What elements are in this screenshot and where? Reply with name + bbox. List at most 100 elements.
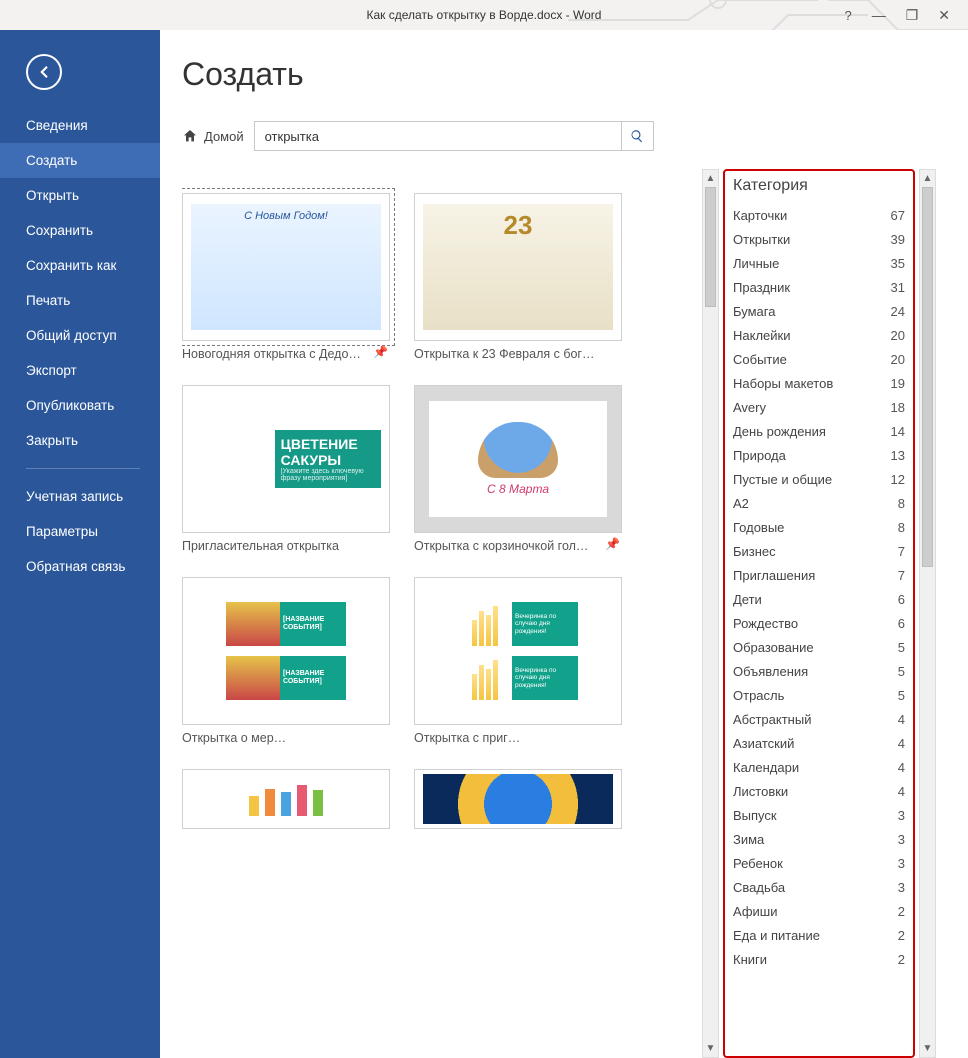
template-item[interactable]: Новогодняя открытка с Дедо… 📌 [182,193,390,361]
category-name: День рождения [733,424,826,439]
category-item[interactable]: Открытки39 [733,227,909,251]
minimize-button[interactable]: — [872,7,886,23]
sidebar: СведенияСоздатьОткрытьСохранитьСохранить… [0,30,160,1058]
sidebar-item[interactable]: Общий доступ [0,318,160,353]
sidebar-item[interactable]: Опубликовать [0,388,160,423]
sidebar-item[interactable]: Обратная связь [0,549,160,584]
sidebar-item[interactable]: Экспорт [0,353,160,388]
home-icon [182,128,198,144]
category-item[interactable]: Наборы макетов19 [733,371,909,395]
category-item[interactable]: Свадьба3 [733,875,909,899]
search-button[interactable] [621,122,653,150]
gallery-grid: Новогодняя открытка с Дедо… 📌23 Открытка… [182,169,696,849]
template-item[interactable]: Вечеринка по случаю дня рождения!Вечерин… [414,577,622,745]
sidebar-item[interactable]: Учетная запись [0,479,160,514]
category-item[interactable]: Годовые8 [733,515,909,539]
category-item[interactable]: Отрасль 5 [733,683,909,707]
category-item[interactable]: A28 [733,491,909,515]
category-item[interactable]: Афиши2 [733,899,909,923]
scroll-down-icon[interactable]: ▼ [703,1040,718,1057]
nav-separator [26,468,140,469]
category-count: 5 [898,664,905,679]
category-item[interactable]: Бизнес7 [733,539,909,563]
category-item[interactable]: Ребенок3 [733,851,909,875]
sidebar-item[interactable]: Закрыть [0,423,160,458]
category-item[interactable]: Природа13 [733,443,909,467]
category-item[interactable]: Дети6 [733,587,909,611]
template-gallery[interactable]: Новогодняя открытка с Дедо… 📌23 Открытка… [182,169,702,1058]
template-item[interactable]: 23 Открытка к 23 Февраля с бог… [414,193,622,361]
template-item[interactable] [182,769,390,829]
scroll-thumb[interactable] [705,187,716,307]
category-name: Личные [733,256,779,271]
category-name: Природа [733,448,786,463]
pin-icon[interactable]: 📌 [373,345,388,359]
scroll-track[interactable] [920,187,935,1040]
category-name: Ребенок [733,856,783,871]
category-count: 20 [891,328,905,343]
category-scrollbar[interactable]: ▲ ▼ [919,169,936,1058]
category-name: Приглашения [733,568,815,583]
category-item[interactable]: Рождество6 [733,611,909,635]
pin-icon[interactable]: 📌 [605,537,620,551]
category-item[interactable]: Образование5 [733,635,909,659]
category-item[interactable]: Еда и питание2 [733,923,909,947]
scroll-thumb[interactable] [922,187,933,567]
main: Создать Домой Новогодняя открытка с [160,30,968,1058]
template-item[interactable]: С 8 Марта Открытка с корзиночкой гол… 📌 [414,385,622,553]
category-name: Наборы макетов [733,376,833,391]
home-link[interactable]: Домой [182,128,244,144]
template-thumb: Вечеринка по случаю дня рождения!Вечерин… [414,577,622,725]
category-item[interactable]: Абстрактный4 [733,707,909,731]
category-count: 5 [898,688,905,703]
category-item[interactable]: Приглашения7 [733,563,909,587]
category-item[interactable]: Личные35 [733,251,909,275]
category-item[interactable]: Наклейки20 [733,323,909,347]
category-item[interactable]: Праздник31 [733,275,909,299]
help-button[interactable]: ? [844,8,851,23]
category-item[interactable]: Выпуск3 [733,803,909,827]
category-item[interactable]: Событие20 [733,347,909,371]
category-item[interactable]: Объявления5 [733,659,909,683]
nav-extra: Учетная записьПараметрыОбратная связь [0,479,160,584]
sidebar-item[interactable]: Печать [0,283,160,318]
scroll-down-icon[interactable]: ▼ [920,1040,935,1057]
category-item[interactable]: Карточки67 [733,203,909,227]
category-name: Рождество [733,616,798,631]
template-caption: Открытка с корзиночкой гол… [414,539,614,553]
category-item[interactable]: Календари4 [733,755,909,779]
category-item[interactable]: День рождения14 [733,419,909,443]
category-item[interactable]: Азиатский4 [733,731,909,755]
category-item[interactable]: Бумага24 [733,299,909,323]
category-list: Карточки67Открытки39Личные35Праздник31Бу… [733,203,909,971]
category-count: 24 [891,304,905,319]
category-count: 2 [898,904,905,919]
scroll-up-icon[interactable]: ▲ [703,170,718,187]
sidebar-item[interactable]: Сохранить [0,213,160,248]
category-item[interactable]: Зима3 [733,827,909,851]
sidebar-item[interactable]: Открыть [0,178,160,213]
close-button[interactable]: ✕ [938,7,950,24]
category-count: 3 [898,808,905,823]
back-button[interactable] [26,54,62,90]
template-item[interactable]: [НАЗВАНИЕ СОБЫТИЯ][НАЗВАНИЕ СОБЫТИЯ] Отк… [182,577,390,745]
category-item[interactable]: Avery18 [733,395,909,419]
template-thumb: [НАЗВАНИЕ СОБЫТИЯ][НАЗВАНИЕ СОБЫТИЯ] [182,577,390,725]
template-item[interactable]: ЦВЕТЕНИЕ САКУРЫ[Укажите здесь ключевую ф… [182,385,390,553]
category-item[interactable]: Пустые и общие12 [733,467,909,491]
search-input[interactable] [255,122,621,150]
sidebar-item[interactable]: Сведения [0,108,160,143]
sidebar-item[interactable]: Сохранить как [0,248,160,283]
category-name: Отрасль [733,688,784,703]
template-item[interactable] [414,769,622,829]
scroll-up-icon[interactable]: ▲ [920,170,935,187]
restore-button[interactable]: ❐ [906,7,919,24]
sidebar-item[interactable]: Создать [0,143,160,178]
sidebar-item[interactable]: Параметры [0,514,160,549]
scroll-track[interactable] [703,187,718,1040]
category-item[interactable]: Книги2 [733,947,909,971]
category-item[interactable]: Листовки4 [733,779,909,803]
window-controls: ? — ❐ ✕ [844,7,968,24]
category-count: 3 [898,832,905,847]
gallery-scrollbar[interactable]: ▲ ▼ [702,169,719,1058]
